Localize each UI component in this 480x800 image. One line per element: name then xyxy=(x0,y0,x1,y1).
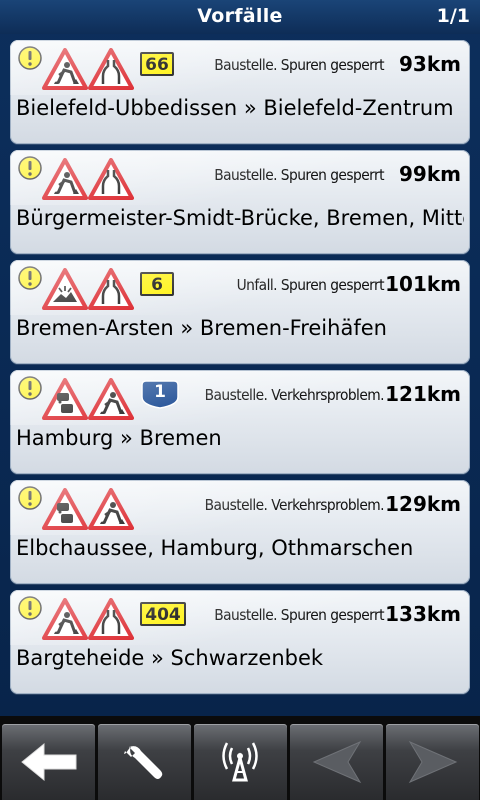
roadworks-sign-icon xyxy=(88,488,134,530)
exclamation-warning-icon xyxy=(18,156,42,180)
settings-button[interactable] xyxy=(98,724,191,800)
exclamation-warning-icon xyxy=(18,376,42,400)
incident-list: 66 Baustelle. Spuren gesperrt 93km Biele… xyxy=(10,40,470,700)
road-narrows-sign-icon xyxy=(88,268,134,310)
traffic-receiver-button[interactable] xyxy=(194,724,287,800)
incident-card[interactable]: 1 Baustelle. Verkehrsproblem. 121km Hamb… xyxy=(10,370,470,474)
incident-route: Elbchaussee, Hamburg, Othmarschen xyxy=(16,536,414,560)
back-arrow-icon xyxy=(21,742,77,782)
incident-card[interactable]: Baustelle. Verkehrsproblem. 129km Elbcha… xyxy=(10,480,470,584)
back-button[interactable] xyxy=(2,724,95,800)
bottom-toolbar xyxy=(0,716,480,800)
incident-route: Bremen-Arsten » Bremen-Freihäfen xyxy=(16,316,387,340)
exclamation-warning-icon xyxy=(18,596,42,620)
roadworks-sign-icon xyxy=(42,598,88,640)
incident-card[interactable]: 6 Unfall. Spuren gesperrt 101km Bremen-A… xyxy=(10,260,470,364)
road-number-badge: 66 xyxy=(140,52,174,76)
incident-description: Unfall. Spuren gesperrt xyxy=(236,276,385,294)
page-indicator: 1/1 xyxy=(436,5,470,27)
page-title: Vorfälle xyxy=(197,5,283,27)
motorway-shield-badge: 1 xyxy=(140,379,180,409)
road-narrows-sign-icon xyxy=(88,598,134,640)
incident-distance: 121km xyxy=(385,382,461,406)
incident-card[interactable]: Baustelle. Spuren gesperrt 99km Bürgerme… xyxy=(10,150,470,254)
incident-distance: 99km xyxy=(399,162,461,186)
incident-distance: 101km xyxy=(385,272,461,296)
traffic-queue-sign-icon xyxy=(42,378,88,420)
incident-description: Baustelle. Spuren gesperrt xyxy=(214,166,384,184)
road-narrows-sign-icon xyxy=(88,48,134,90)
incident-description: Baustelle. Spuren gesperrt xyxy=(214,606,384,624)
accident-sign-icon xyxy=(42,268,88,310)
next-page-button[interactable] xyxy=(386,724,479,800)
incident-description: Baustelle. Spuren gesperrt xyxy=(214,56,384,74)
prev-arrow-icon xyxy=(312,740,362,784)
road-narrows-sign-icon xyxy=(88,158,134,200)
incident-route: Hamburg » Bremen xyxy=(16,426,222,450)
motorway-number: 1 xyxy=(154,382,166,402)
incident-card[interactable]: 404 Baustelle. Spuren gesperrt 133km Bar… xyxy=(10,590,470,694)
incident-distance: 129km xyxy=(385,492,461,516)
traffic-queue-sign-icon xyxy=(42,488,88,530)
incident-distance: 93km xyxy=(399,52,461,76)
incident-description: Baustelle. Verkehrsproblem. xyxy=(204,386,385,404)
antenna-icon xyxy=(222,742,258,782)
wrench-icon xyxy=(124,746,163,779)
incident-description: Baustelle. Verkehrsproblem. xyxy=(204,496,385,514)
roadworks-sign-icon xyxy=(42,158,88,200)
incident-distance: 133km xyxy=(385,602,461,626)
incident-route: Bürgermeister-Smidt-Brücke, Bremen, Mitt… xyxy=(16,206,464,230)
next-arrow-icon xyxy=(408,740,458,784)
title-bar: Vorfälle 1/1 xyxy=(0,0,480,34)
roadworks-sign-icon xyxy=(42,48,88,90)
incident-card[interactable]: 66 Baustelle. Spuren gesperrt 93km Biele… xyxy=(10,40,470,144)
incident-route: Bargteheide » Schwarzenbek xyxy=(16,646,324,670)
roadworks-sign-icon xyxy=(88,378,134,420)
exclamation-warning-icon xyxy=(18,486,42,510)
previous-page-button[interactable] xyxy=(290,724,383,800)
incident-route: Bielefeld-Ubbedissen » Bielefeld-Zentrum xyxy=(16,96,454,120)
road-number-badge: 6 xyxy=(140,272,174,296)
road-number-badge: 404 xyxy=(140,602,186,626)
exclamation-warning-icon xyxy=(18,266,42,290)
exclamation-warning-icon xyxy=(18,46,42,70)
